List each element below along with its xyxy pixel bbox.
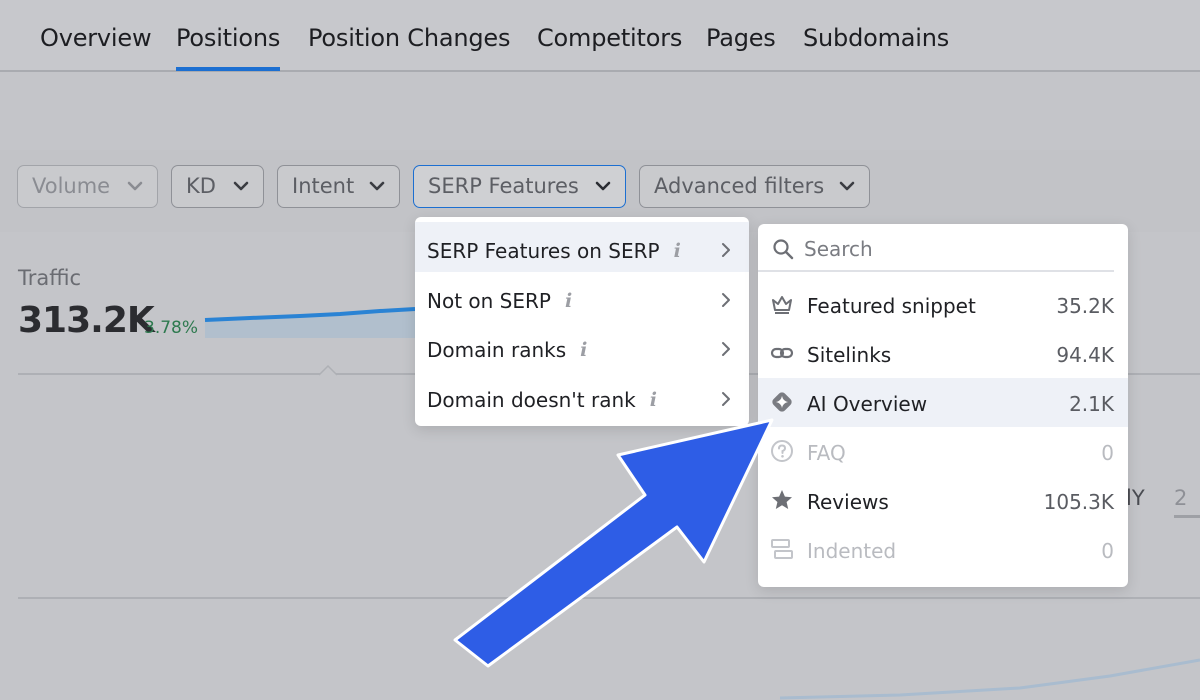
period-label[interactable]: lY <box>1126 486 1145 510</box>
search-input[interactable] <box>804 234 1104 264</box>
menu-item-label: SERP Features on SERP <box>427 239 660 263</box>
ai-sparkle-icon <box>772 392 792 412</box>
tab-subdomains[interactable]: Subdomains <box>803 24 949 52</box>
advanced-filters-button[interactable]: Advanced filters <box>639 165 870 208</box>
feature-label: AI Overview <box>807 392 928 416</box>
menu-item-label: Domain doesn't rank <box>427 388 636 412</box>
advanced-filters-label: Advanced filters <box>654 174 825 198</box>
menu-item-not-on-serp[interactable]: Not on SERP i <box>415 272 749 322</box>
tab-positions[interactable]: Positions <box>176 24 280 71</box>
indented-icon <box>771 539 793 559</box>
chevron-down-icon <box>127 181 143 191</box>
period-underline <box>1174 515 1200 518</box>
tab-pages[interactable]: Pages <box>706 24 776 52</box>
crown-icon <box>772 296 792 314</box>
chart-gridline <box>18 597 1200 599</box>
chevron-right-icon <box>722 243 730 257</box>
info-icon[interactable]: i <box>580 339 587 361</box>
serp-features-filter[interactable]: SERP Features <box>413 165 626 208</box>
period-next-label[interactable]: 2 <box>1174 486 1187 510</box>
chevron-right-icon <box>722 392 730 406</box>
question-circle-icon <box>771 440 793 462</box>
feature-ai-overview[interactable]: AI Overview 2.1K <box>758 378 1128 427</box>
feature-count: 0 <box>1101 539 1114 563</box>
faded-chart-line <box>780 658 1200 700</box>
intent-filter-label: Intent <box>292 174 355 198</box>
tab-position-changes[interactable]: Position Changes <box>308 24 510 52</box>
tab-overview[interactable]: Overview <box>40 24 152 52</box>
menu-item-domain-ranks[interactable]: Domain ranks i <box>415 321 749 371</box>
chevron-down-icon <box>595 181 611 191</box>
menu-item-label: Domain ranks <box>427 338 567 362</box>
feature-sitelinks[interactable]: Sitelinks 94.4K <box>758 329 1128 378</box>
tab-competitors[interactable]: Competitors <box>537 24 682 52</box>
menu-item-serp-features-on-serp[interactable]: SERP Features on SERP i <box>415 222 749 272</box>
feature-count: 2.1K <box>1069 392 1114 416</box>
menu-item-domain-doesnt-rank[interactable]: Domain doesn't rank i <box>415 371 749 421</box>
submenu-search <box>758 224 1114 272</box>
chevron-right-icon <box>722 342 730 356</box>
chevron-right-icon <box>722 293 730 307</box>
search-icon <box>773 239 794 260</box>
feature-reviews[interactable]: Reviews 105.3K <box>758 476 1128 525</box>
feature-label: Indented <box>807 539 897 563</box>
divider-notch <box>318 364 338 376</box>
serp-features-dropdown: SERP Features on SERP i Not on SERP i Do… <box>415 217 749 426</box>
intent-filter[interactable]: Intent <box>277 165 400 208</box>
star-icon <box>772 490 792 509</box>
feature-featured-snippet[interactable]: Featured snippet 35.2K <box>758 280 1128 329</box>
volume-filter[interactable]: Volume <box>17 165 158 208</box>
kd-filter[interactable]: KD <box>171 165 264 208</box>
kd-filter-label: KD <box>186 174 216 198</box>
volume-filter-label: Volume <box>32 174 111 198</box>
info-icon[interactable]: i <box>650 389 657 411</box>
chevron-down-icon <box>233 181 249 191</box>
feature-indented: Indented 0 <box>758 525 1128 574</box>
info-icon[interactable]: i <box>674 240 681 262</box>
feature-faq: FAQ 0 <box>758 427 1128 476</box>
feature-count: 105.3K <box>1043 490 1114 514</box>
menu-item-label: Not on SERP <box>427 289 551 313</box>
feature-label: Sitelinks <box>807 343 892 367</box>
feature-count: 35.2K <box>1056 294 1114 318</box>
feature-label: Reviews <box>807 490 889 514</box>
serp-features-submenu: Featured snippet 35.2K Sitelinks 94.4K A… <box>758 224 1128 587</box>
chevron-down-icon <box>839 181 855 191</box>
traffic-label: Traffic <box>18 266 82 290</box>
info-icon[interactable]: i <box>565 290 572 312</box>
serp-features-filter-label: SERP Features <box>428 174 579 198</box>
traffic-sparkline <box>204 307 416 338</box>
chevron-down-icon <box>369 181 385 191</box>
feature-count: 94.4K <box>1056 343 1114 367</box>
feature-count: 0 <box>1101 441 1114 465</box>
feature-label: FAQ <box>807 441 846 465</box>
report-tabs: Overview Positions Position Changes Comp… <box>0 0 1200 72</box>
feature-label: Featured snippet <box>807 294 976 318</box>
link-icon <box>770 347 794 359</box>
